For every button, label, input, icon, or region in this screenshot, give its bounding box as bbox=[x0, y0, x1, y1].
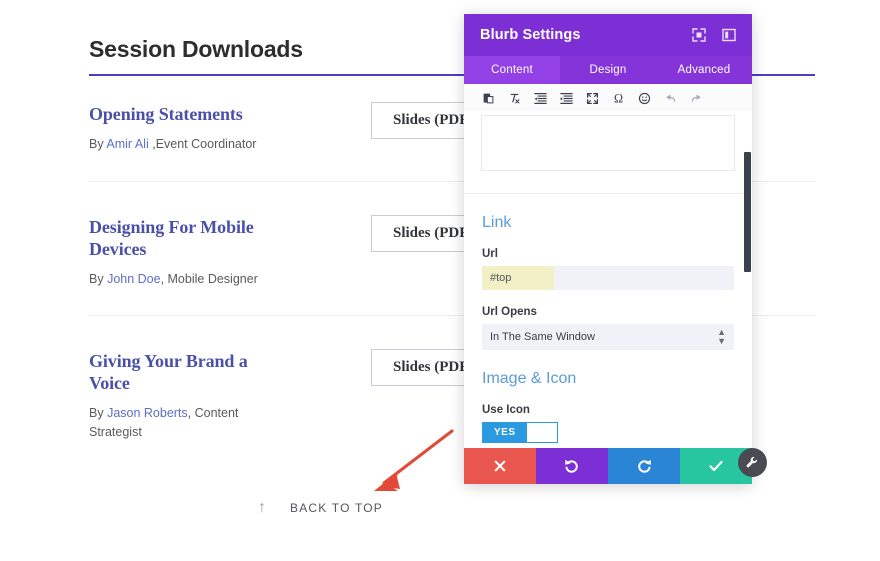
byline-prefix: By bbox=[89, 136, 107, 151]
tab-content[interactable]: Content bbox=[464, 56, 560, 84]
url-opens-label: Url Opens bbox=[482, 306, 537, 318]
fullscreen-icon[interactable] bbox=[586, 92, 599, 105]
use-icon-label: Use Icon bbox=[482, 404, 530, 416]
blurb-settings-panel: Blurb Settings Content Design Advanced Ω… bbox=[464, 14, 752, 484]
chevron-updown-icon: ▲ ▼ bbox=[717, 327, 726, 346]
undo-button[interactable] bbox=[536, 448, 608, 484]
wrench-icon bbox=[746, 456, 757, 468]
panel-scrollbar-thumb[interactable] bbox=[744, 152, 751, 272]
clear-formatting-icon[interactable] bbox=[508, 92, 521, 105]
back-to-top-label: BACK TO TOP bbox=[290, 501, 384, 515]
toggle-yes-label: YES bbox=[483, 423, 527, 442]
session-meta: Designing For Mobile Devices By John Doe… bbox=[89, 209, 271, 289]
paste-icon[interactable] bbox=[482, 92, 495, 105]
arrow-up-icon: ↑ bbox=[258, 499, 266, 516]
undo-icon[interactable] bbox=[664, 92, 677, 105]
link-section-heading: Link bbox=[482, 214, 512, 231]
session-byline: By Amir Ali ,Event Coordinator bbox=[89, 135, 271, 154]
session-title: Giving Your Brand a Voice bbox=[89, 351, 248, 394]
url-opens-value: In The Same Window bbox=[490, 331, 595, 343]
panel-action-bar bbox=[464, 448, 752, 484]
session-byline: By John Doe, Mobile Designer bbox=[89, 270, 271, 289]
author-link[interactable]: Jason Roberts bbox=[107, 406, 188, 420]
svg-text:Ω: Ω bbox=[614, 92, 623, 105]
redo-icon[interactable] bbox=[690, 92, 703, 105]
toggle-off-half bbox=[526, 423, 557, 442]
panel-header: Blurb Settings bbox=[464, 14, 752, 56]
use-icon-toggle[interactable]: YES bbox=[482, 422, 558, 443]
tab-advanced[interactable]: Advanced bbox=[656, 56, 752, 84]
author-role: , Mobile Designer bbox=[160, 271, 258, 286]
undo-arrow-icon bbox=[565, 459, 578, 473]
back-to-top-link[interactable]: ↑ BACK TO TOP bbox=[258, 500, 383, 516]
url-input-value: #top bbox=[490, 272, 512, 284]
emoji-icon[interactable] bbox=[638, 92, 651, 105]
session-title: Designing For Mobile Devices bbox=[89, 216, 254, 259]
session-button-col: Slides (PDF) bbox=[271, 209, 496, 252]
panel-tab-bar: Content Design Advanced bbox=[464, 56, 752, 84]
expand-icon[interactable] bbox=[692, 28, 706, 42]
session-byline: By Jason Roberts, Content Strategist bbox=[89, 404, 271, 442]
author-link[interactable]: Amir Ali bbox=[106, 137, 148, 151]
outdent-icon[interactable] bbox=[534, 92, 547, 105]
use-icon-toggle-row: YES bbox=[464, 422, 752, 443]
redo-button[interactable] bbox=[608, 448, 680, 484]
content-editor-textarea[interactable] bbox=[481, 115, 735, 171]
byline-prefix: By bbox=[89, 406, 108, 421]
indent-icon[interactable] bbox=[560, 92, 573, 105]
special-character-icon[interactable]: Ω bbox=[612, 92, 625, 105]
panel-header-icon-group bbox=[692, 28, 736, 42]
tab-design[interactable]: Design bbox=[560, 56, 656, 84]
url-field-wrap: #top bbox=[464, 266, 752, 290]
byline-prefix: By bbox=[89, 271, 108, 286]
settings-drag-handle[interactable] bbox=[738, 448, 767, 477]
image-icon-section-heading: Image & Icon bbox=[482, 370, 577, 387]
page-title: Session Downloads bbox=[89, 36, 303, 62]
screen: Session Downloads Opening Statements By … bbox=[0, 0, 880, 561]
session-meta: Giving Your Brand a Voice By Jason Rober… bbox=[89, 343, 271, 441]
session-button-col: Slides (PDF) bbox=[271, 343, 496, 387]
cancel-button[interactable] bbox=[464, 448, 536, 484]
author-role: ,Event Coordinator bbox=[148, 136, 257, 151]
url-opens-wrap: In The Same Window ▲ ▼ bbox=[464, 324, 752, 350]
author-link[interactable]: John Doe bbox=[107, 272, 161, 286]
session-button-col: Slides (PDF) bbox=[271, 96, 496, 139]
redo-arrow-icon bbox=[638, 459, 651, 473]
panel-body: Ω Link Url #top Url Opens In The Same Wi… bbox=[464, 84, 752, 448]
session-meta: Opening Statements By Amir Ali ,Event Co… bbox=[89, 96, 271, 154]
panel-title: Blurb Settings bbox=[480, 27, 581, 43]
close-icon bbox=[494, 460, 506, 472]
editor-toolbar: Ω bbox=[464, 84, 752, 111]
session-title: Opening Statements bbox=[89, 104, 243, 124]
layout-panel-icon[interactable] bbox=[722, 28, 736, 42]
checkmark-icon bbox=[709, 460, 723, 472]
url-field-label: Url bbox=[482, 248, 498, 260]
url-opens-select[interactable]: In The Same Window ▲ ▼ bbox=[482, 324, 734, 350]
